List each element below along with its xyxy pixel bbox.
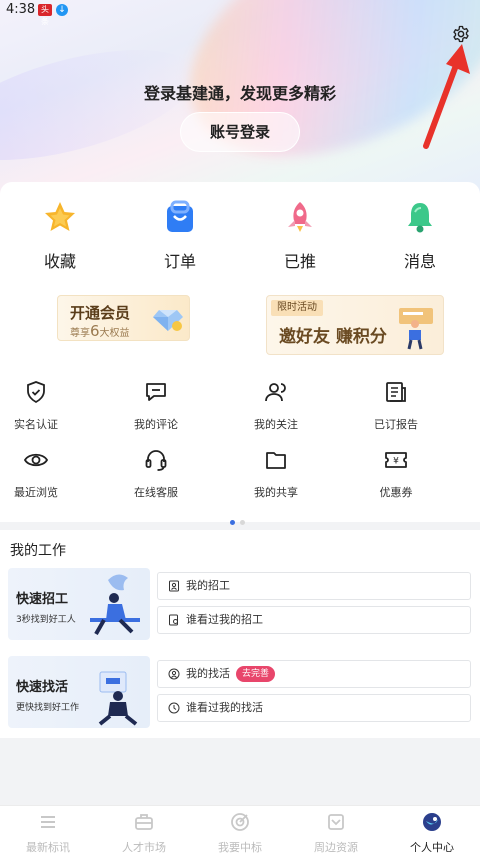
tab-label: 个人中心	[410, 841, 454, 853]
grid-item-comments[interactable]: 我的评论	[106, 380, 206, 432]
grid-label: 我的关注	[254, 418, 298, 431]
vip-title: 开通会员	[70, 304, 131, 322]
tab-label: 周边资源	[314, 841, 358, 853]
quick-actions: 收藏 订单 已推 消息	[0, 200, 480, 280]
person-badge-icon	[169, 580, 179, 592]
coupon-icon: ¥	[385, 452, 407, 468]
briefcase-icon	[135, 814, 153, 830]
gear-icon[interactable]	[452, 25, 470, 43]
quick-label: 消息	[403, 252, 436, 271]
grid-item-support[interactable]: 在线客服	[106, 448, 206, 500]
tab-personal-center[interactable]: 个人中心	[384, 812, 480, 853]
svg-text:¥: ¥	[393, 457, 399, 467]
grid-label: 在线客服	[134, 486, 178, 499]
diamond-icon	[153, 310, 183, 331]
tab-nearby-resources[interactable]: 周边资源	[288, 812, 384, 853]
job-subtitle: 更快找到好工作	[16, 703, 80, 713]
list-icon	[41, 816, 55, 828]
grid-label: 实名认证	[14, 418, 58, 431]
vip-subtitle: 尊享6大权益	[70, 322, 130, 340]
page-dot	[240, 520, 245, 525]
hire-title: 快速招工	[16, 592, 69, 607]
profile-icon	[423, 813, 441, 831]
job-viewers-row[interactable]: 谁看过我的找活	[157, 694, 471, 722]
grid-label: 我的共享	[254, 486, 298, 499]
star-icon	[45, 202, 75, 231]
login-prompt: 登录基建通，发现更多精彩	[143, 84, 336, 103]
invite-banner[interactable]: 限时活动 邀好友 赚积分	[266, 295, 444, 355]
job-illustration-icon	[98, 671, 138, 726]
account-login-button[interactable]: 账号登录	[180, 112, 300, 152]
bell-icon	[408, 203, 432, 233]
complete-profile-badge[interactable]: 去完善	[236, 666, 276, 682]
quick-favorites[interactable]: 收藏	[20, 200, 100, 272]
page-indicator	[230, 510, 250, 529]
person-illustration-icon	[399, 308, 433, 350]
grid-item-share[interactable]: 我的共享	[226, 448, 326, 500]
grid-item-coupons[interactable]: ¥ 优惠券	[346, 448, 446, 500]
promo-tag: 限时活动	[271, 300, 323, 316]
shield-icon	[27, 381, 45, 404]
grid-label: 已订报告	[374, 418, 418, 431]
grid-item-verify[interactable]: 实名认证	[0, 380, 86, 432]
tab-label: 最新标讯	[26, 841, 70, 853]
bottom-tab-bar: 最新标讯 人才市场 我要中标 周边资源 个人中心	[0, 805, 480, 853]
section-title: 我的工作	[10, 543, 66, 559]
notification-badge-icon: 头条	[38, 4, 52, 26]
invite-title: 邀好友 赚积分	[279, 327, 387, 347]
page-dot-active	[230, 520, 235, 525]
my-work-section: 我的工作 快速招工 3秒找到好工人 我的招工 谁看过我的招工 快速找活 更快找到…	[0, 530, 480, 738]
eye-icon	[23, 453, 49, 467]
quick-messages[interactable]: 消息	[380, 200, 460, 272]
map-icon	[328, 814, 344, 830]
my-job-row[interactable]: 我的找活 去完善	[157, 660, 471, 688]
my-hire-row[interactable]: 我的招工	[157, 572, 471, 600]
grid-label: 优惠券	[379, 486, 413, 499]
grid-item-reports[interactable]: 已订报告	[346, 380, 446, 432]
job-title: 快速找活	[16, 680, 69, 695]
vip-banner[interactable]: 开通会员 尊享6大权益	[57, 295, 190, 341]
tab-label: 人才市场	[122, 841, 166, 853]
folder-icon	[266, 452, 286, 469]
status-time: 4:38	[6, 2, 36, 17]
hire-subtitle: 3秒找到好工人	[16, 615, 76, 625]
person-circle-icon	[168, 668, 180, 680]
tab-latest-bids[interactable]: 最新标讯	[0, 812, 96, 853]
quick-orders[interactable]: 订单	[140, 200, 220, 272]
headset-icon	[145, 450, 167, 471]
quick-job-card[interactable]: 快速找活 更快找到好工作	[8, 656, 150, 728]
grid-item-follow[interactable]: 我的关注	[226, 380, 326, 432]
status-bar: 4:38 头条 ↓	[0, 0, 480, 26]
quick-hire-card[interactable]: 快速招工 3秒找到好工人	[8, 568, 150, 640]
download-icon: ↓	[56, 4, 68, 16]
comment-icon	[146, 383, 166, 401]
bag-icon	[167, 200, 193, 232]
quick-label: 已推	[283, 252, 316, 271]
grid-label: 我的评论	[134, 418, 178, 431]
hire-illustration-icon	[90, 574, 140, 635]
quick-label: 收藏	[43, 252, 76, 271]
target-icon	[231, 813, 249, 831]
tab-win-bid[interactable]: 我要中标	[192, 812, 288, 853]
hire-viewers-row[interactable]: 谁看过我的招工	[157, 606, 471, 634]
rocket-icon	[288, 202, 312, 232]
grid-item-history[interactable]: 最近浏览	[0, 448, 86, 500]
report-icon	[386, 382, 406, 402]
grid-label: 最近浏览	[14, 486, 58, 499]
document-search-icon	[169, 614, 178, 626]
quick-pushed[interactable]: 已推	[260, 200, 340, 272]
tab-label: 我要中标	[218, 841, 262, 853]
quick-label: 订单	[163, 252, 196, 271]
tab-talent-market[interactable]: 人才市场	[96, 812, 192, 853]
history-icon	[168, 702, 180, 714]
follow-icon	[265, 383, 286, 402]
